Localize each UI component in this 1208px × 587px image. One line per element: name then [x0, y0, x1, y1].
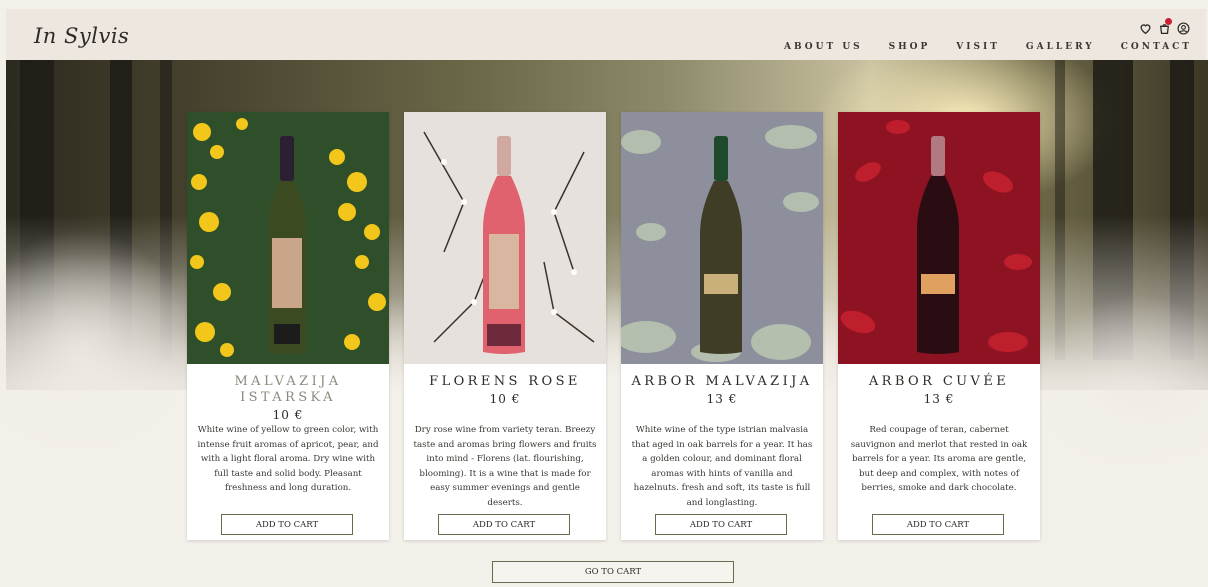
product-description: Dry rose wine from variety teran. Breezy…: [413, 425, 597, 508]
wine-bottle: [917, 136, 959, 354]
wine-bottle: [483, 136, 525, 354]
nav-contact[interactable]: CONTACT: [1121, 42, 1192, 52]
user-icon[interactable]: [1177, 20, 1190, 35]
product-name: MALVAZIJA ISTARSKA: [187, 374, 389, 406]
nav-gallery[interactable]: GALLERY: [1026, 42, 1095, 52]
product-description: White wine of the type istrian malvasia …: [631, 425, 813, 508]
product-name: FLORENS ROSE: [429, 374, 581, 389]
nav-visit[interactable]: VISIT: [956, 42, 1000, 52]
product-name: ARBOR MALVAZIJA: [631, 374, 813, 389]
cart-badge: [1165, 18, 1172, 25]
product-description: White wine of yellow to green color, wit…: [197, 425, 379, 494]
product-photo[interactable]: [404, 112, 606, 364]
main-nav: ABOUT US SHOP VISIT GALLERY CONTACT: [758, 42, 1192, 52]
product-name-line2: ISTARSKA: [240, 390, 336, 405]
nav-shop[interactable]: SHOP: [889, 42, 931, 52]
site-logo[interactable]: In Sylvis: [34, 24, 129, 48]
product-name: ARBOR CUVÉE: [868, 374, 1010, 389]
product-name-line1: MALVAZIJA: [234, 374, 342, 389]
product-card-malvazija-istarska: MALVAZIJA ISTARSKA 10 € White wine of ye…: [187, 112, 389, 540]
go-to-cart-button[interactable]: GO TO CART: [492, 561, 734, 583]
heart-icon[interactable]: [1139, 20, 1152, 35]
product-card-arbor-cuvee: ARBOR CUVÉE 13 € Red coupage of teran, c…: [838, 112, 1040, 540]
page: In Sylvis ABOUT US SHOP VISIT GALLERY CO…: [0, 0, 1208, 587]
add-to-cart-button[interactable]: ADD TO CART: [872, 514, 1004, 535]
product-card-florens-rose: FLORENS ROSE 10 € Dry rose wine from var…: [404, 112, 606, 540]
nav-about-us[interactable]: ABOUT US: [784, 42, 863, 52]
wine-bottle: [700, 136, 742, 354]
product-price: 13 €: [706, 392, 738, 406]
cart-icon[interactable]: [1158, 18, 1172, 35]
product-price: 10 €: [489, 392, 521, 406]
header-icons: [1139, 18, 1190, 35]
product-photo[interactable]: [621, 112, 823, 364]
wine-bottle: [268, 136, 306, 354]
product-price: 10 €: [272, 408, 304, 422]
add-to-cart-button[interactable]: ADD TO CART: [221, 514, 353, 535]
site-header: In Sylvis ABOUT US SHOP VISIT GALLERY CO…: [6, 9, 1206, 60]
product-photo[interactable]: [838, 112, 1040, 364]
product-card-arbor-malvazija: ARBOR MALVAZIJA 13 € White wine of the t…: [621, 112, 823, 540]
add-to-cart-button[interactable]: ADD TO CART: [655, 514, 787, 535]
product-price: 13 €: [923, 392, 955, 406]
product-photo[interactable]: [187, 112, 389, 364]
product-description: Red coupage of teran, cabernet sauvignon…: [850, 425, 1028, 494]
add-to-cart-button[interactable]: ADD TO CART: [438, 514, 570, 535]
